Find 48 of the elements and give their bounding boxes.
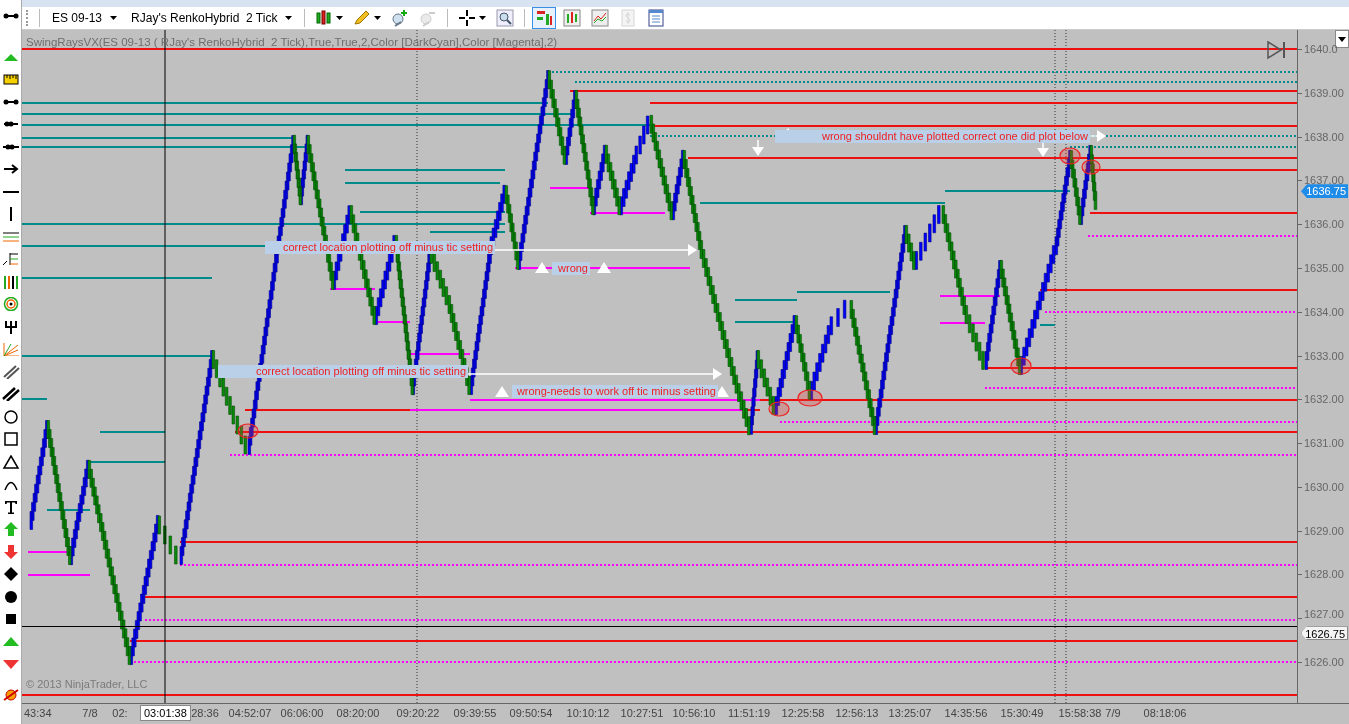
annotation-label: correct location plotting off minus tic setting — [265, 241, 495, 254]
time-label: 7/9 — [1105, 707, 1121, 719]
copyright-text: © 2013 NinjaTrader, LLC — [26, 678, 148, 690]
time-label: 09:39:55 — [453, 707, 497, 719]
price-label: 1635.00 — [1304, 261, 1344, 274]
time-label: 02: — [112, 707, 128, 719]
price-label: 1636.00 — [1304, 218, 1344, 231]
price-label: 1631.00 — [1304, 437, 1344, 450]
annotation-label: correct location plotting off minus tic setting — [218, 365, 468, 378]
price-label: 1630.00 — [1304, 480, 1344, 493]
time-label: 04:52:07 — [228, 707, 272, 719]
time-label: 06:06:00 — [280, 707, 324, 719]
price-label: 1632.00 — [1304, 393, 1344, 406]
time-label: 15:58:38 — [1058, 707, 1102, 719]
annotation-label: wrong shouldnt have plotted correct one did plot below — [775, 130, 1090, 143]
price-label: 1639.00 — [1304, 86, 1344, 99]
price-label: 1633.00 — [1304, 349, 1344, 362]
time-label: 08:20:00 — [336, 707, 380, 719]
time-label: 11:51:19 — [728, 707, 770, 719]
time-label: 28:36 — [191, 707, 219, 719]
time-label: 13:25:07 — [888, 707, 932, 719]
bar-type-dropdown[interactable]: RJay's RenkoHybrid 2 Tick — [126, 9, 298, 27]
time-label: 09:50:54 — [509, 707, 553, 719]
instrument-dropdown[interactable]: ES 09-13 — [47, 9, 123, 27]
time-label: 09:20:22 — [396, 707, 440, 719]
price-label: 1638.00 — [1304, 130, 1344, 143]
last-price-marker: 1636.75 — [1301, 184, 1348, 199]
crosshair-time-marker: 03:01:38 — [140, 705, 191, 721]
price-label: 1628.00 — [1304, 568, 1344, 581]
annotation-label: wrong-needs to work off tic minus setting — [512, 385, 718, 398]
time-label: 15:30:49 — [1000, 707, 1044, 719]
time-label: 7/8 — [82, 707, 98, 719]
time-label: 12:25:58 — [781, 707, 825, 719]
time-label: 10:10:12 — [566, 707, 610, 719]
time-label: 14:35:56 — [944, 707, 988, 719]
price-label: 1626.00 — [1304, 656, 1344, 669]
annotation-label: wrong — [552, 262, 590, 275]
crosshair-price-marker: 1626.75 — [1301, 626, 1348, 641]
time-label: 12:56:13 — [835, 707, 879, 719]
time-label: 08:18:06 — [1143, 707, 1187, 719]
time-label: 10:27:51 — [620, 707, 664, 719]
price-label: 1634.00 — [1304, 305, 1344, 318]
price-label: 1637.00 — [1304, 174, 1344, 187]
price-label: 1640.0 — [1304, 43, 1338, 55]
time-label: 10:56:10 — [672, 707, 716, 719]
price-label: 1627.00 — [1304, 608, 1344, 621]
time-label: 43:34 — [24, 707, 52, 719]
price-label: 1629.00 — [1304, 524, 1344, 537]
